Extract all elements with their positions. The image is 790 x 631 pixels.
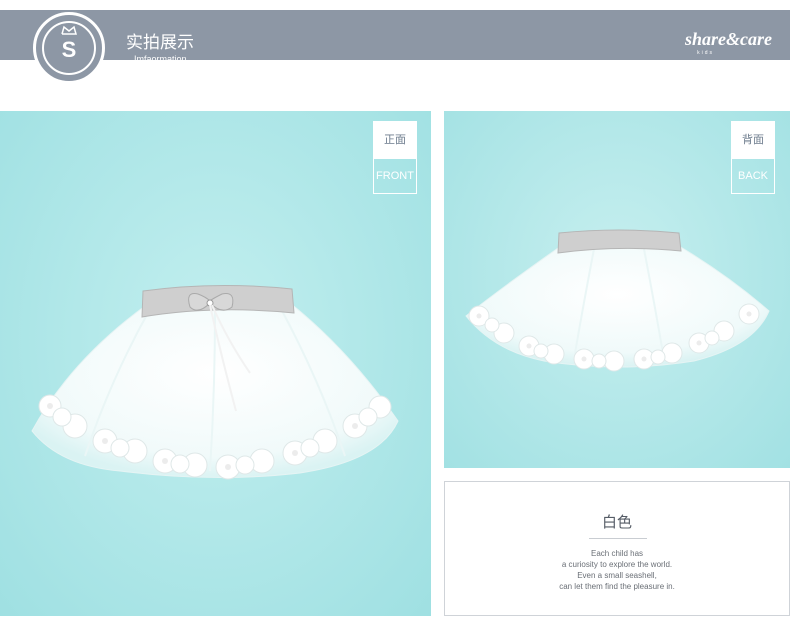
front-skirt-image — [31, 284, 399, 480]
divider — [589, 538, 647, 539]
color-info-card: 白色 Each child has a curiosity to explore… — [444, 481, 790, 616]
section-title: 实拍展示 — [126, 33, 194, 52]
description-line: Each child has — [590, 549, 644, 558]
logo-badge: S — [33, 12, 105, 84]
color-name: 白色 — [601, 514, 632, 531]
back-tag-cn: 背面 — [732, 122, 774, 158]
header-bar: S 实拍展示 Imfaormation share&care kids — [0, 10, 790, 84]
front-tag-cn: 正面 — [374, 122, 416, 158]
crown-icon — [61, 25, 77, 35]
brand-logo: share&care — [685, 29, 772, 49]
back-tag-en: BACK — [732, 158, 774, 193]
front-tag: 正面 FRONT — [373, 121, 417, 194]
front-tag-en: FRONT — [374, 158, 416, 193]
section-subtitle: Imfaormation — [134, 54, 187, 64]
description-line: Even a small seashell, — [577, 571, 657, 580]
description-line: can let them find the pleasure in. — [559, 582, 675, 591]
description: Each child has a curiosity to explore th… — [445, 548, 789, 592]
description-line: a curiosity to explore the world. — [561, 560, 673, 569]
back-tag: 背面 BACK — [731, 121, 775, 194]
front-photo: 正面 FRONT — [0, 111, 431, 616]
brand-sub: kids — [697, 50, 714, 56]
logo-letter: S — [61, 37, 77, 62]
back-photo: 背面 BACK — [444, 111, 790, 468]
